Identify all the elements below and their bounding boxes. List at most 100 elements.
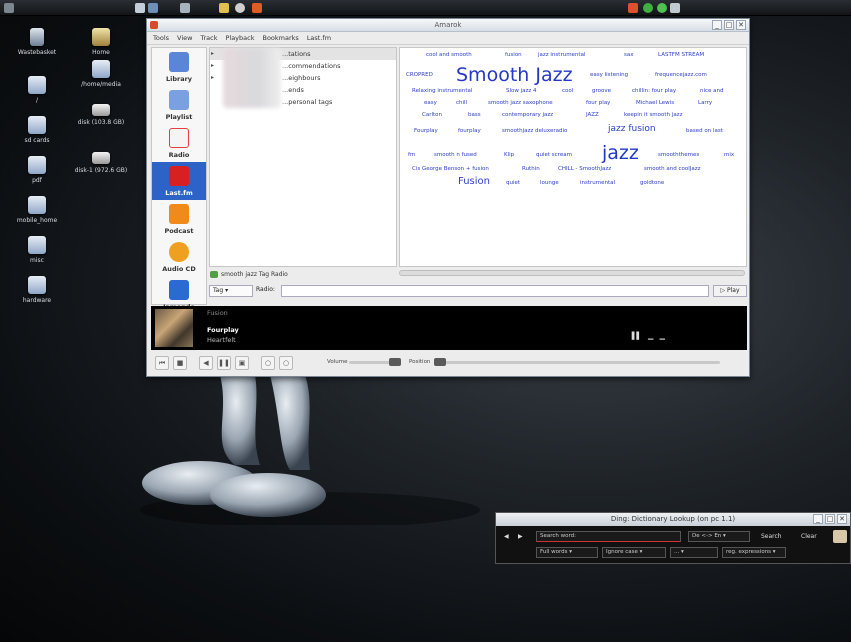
tag-cloud-item[interactable]: Smooth Jazz [456,64,573,86]
tag-cloud-item[interactable]: smoothjazz deluxeradio [502,128,567,134]
tag-cloud-item[interactable]: cool [562,88,573,94]
back-icon[interactable]: ◀ [504,531,509,542]
sidebar-item-audio-cd[interactable]: Audio CD [152,238,206,276]
tag-cloud-item[interactable]: Larry [698,100,712,106]
desktop-icon-sd-cards[interactable]: sd cards [8,116,66,144]
menu-icon[interactable] [4,3,14,13]
pause-button[interactable]: ❚❚ [217,356,231,370]
tag-cloud-item[interactable]: quiet [506,180,520,186]
desktop-icon-misc[interactable]: misc [8,236,66,264]
position-slider[interactable] [434,361,720,364]
tag-cloud-item[interactable]: CROPRED [406,72,433,78]
tag-cloud-item[interactable]: Fourplay [414,128,438,134]
tag-cloud-item[interactable]: smooththemes [658,152,699,158]
menu-view[interactable]: View [177,34,192,42]
app-icon-1[interactable] [135,3,145,13]
app-icon-3[interactable] [219,3,229,13]
tag-cloud-item[interactable]: easy [424,100,437,106]
tag-cloud-item[interactable]: nice and [700,88,724,94]
album-art[interactable] [155,309,193,347]
sidebar-item-lastfm[interactable]: Last.fm [152,162,206,200]
menu-bookmarks[interactable]: Bookmarks [262,34,298,42]
next-button[interactable]: ▣ [235,356,249,370]
titlebar[interactable]: Amarok _ □ ✕ [147,19,749,32]
tag-type-select[interactable]: Tag ▾ [209,285,253,297]
volume-handle[interactable] [389,358,401,366]
tag-cloud-item[interactable]: contemporary jazz [502,112,553,118]
expand-icon[interactable]: ▸ [211,48,214,60]
tag-cloud-item[interactable]: jazz instrumental [538,52,586,58]
tag-cloud-item[interactable]: Ruthin [522,166,540,172]
sidebar-item-podcast[interactable]: Podcast [152,200,206,238]
position-handle[interactable] [434,358,446,366]
minimize-button[interactable]: _ [813,514,823,524]
tag-cloud-item[interactable]: cool and smooth [426,52,472,58]
dict-titlebar[interactable]: Ding: Dictionary Lookup (on pc 1.1) _ □ … [496,513,850,526]
close-button[interactable]: ✕ [837,514,847,524]
menu-tools[interactable]: Tools [153,34,169,42]
tray-icon-1[interactable] [628,3,638,13]
shuffle-button[interactable]: ○ [261,356,275,370]
tag-cloud-item[interactable]: fourplay [458,128,481,134]
tag-cloud-item[interactable]: lounge [540,180,559,186]
search-mode-select[interactable]: ... ▾ [670,547,718,558]
tag-cloud-item[interactable]: JAZZ [586,112,599,118]
sidebar-item-radio[interactable]: Radio [152,124,206,162]
tag-cloud-item[interactable]: chill [456,100,467,106]
ignore-case-select[interactable]: Ignore case ▾ [602,547,666,558]
maximize-button[interactable]: □ [724,20,734,30]
tag-cloud-item[interactable]: Slow jazz 4 [506,88,537,94]
sidebar-item-playlist[interactable]: Playlist [152,86,206,124]
menu-lastfm[interactable]: Last.fm [307,34,331,42]
tag-cloud-item[interactable]: Klip [504,152,514,158]
maximize-button[interactable]: □ [825,514,835,524]
home-icon[interactable] [180,3,190,13]
tag-cloud-item[interactable]: jazz [602,142,639,164]
tag-cloud-item[interactable]: groove [592,88,611,94]
tag-cloud-item[interactable]: Cis George Benson + fusion [412,166,489,172]
desktop-icon-home[interactable]: Home [72,28,130,56]
expand-icon[interactable]: ▸ [211,72,214,84]
menu-playback[interactable]: Playback [225,34,254,42]
tray-icon-3[interactable] [657,3,667,13]
tag-cloud-item[interactable]: LASTFM STREAM [658,52,704,58]
search-button[interactable]: Search [761,531,782,542]
tag-cloud-item[interactable]: fm [408,152,415,158]
tag-cloud-item[interactable]: Relaxing instrumental [412,88,472,94]
tag-cloud-item[interactable]: smooth n fused [434,152,477,158]
minimize-button[interactable]: _ [712,20,722,30]
clear-button[interactable]: Clear [801,531,817,542]
tag-cloud-item[interactable]: keepin it smooth jazz [624,112,682,118]
desktop-icon-hardware[interactable]: hardware [8,276,66,304]
tray-icon-4[interactable] [670,3,680,13]
tag-cloud-item[interactable]: CHILL - SmoothJazz [558,166,611,172]
tag-cloud-item[interactable]: jazz fusion [608,124,656,134]
prev-icon[interactable]: ⏮ [155,356,169,370]
stop-icon[interactable]: ■ [173,356,187,370]
previous-button[interactable]: ◀ [199,356,213,370]
full-words-select[interactable]: Full words ▾ [536,547,598,558]
tag-cloud-item[interactable]: sax [624,52,634,58]
tray-icon-2[interactable] [643,3,653,13]
tag-cloud-item[interactable]: fusion [505,52,522,58]
tag-cloud-item[interactable]: frequencejazz.com [655,72,707,78]
language-select[interactable]: De <-> En ▾ [688,531,750,542]
tag-cloud-item[interactable]: mix [724,152,734,158]
tag-cloud-item[interactable]: Michael Lewis [636,100,674,106]
forward-icon[interactable]: ▶ [518,531,523,542]
desktop-icon-mobile-home[interactable]: mobile_home [8,196,66,224]
tag-cloud-item[interactable]: quiet scream [536,152,572,158]
tag-cloud-item[interactable]: based on last [686,128,723,134]
tag-cloud-item[interactable]: easy listening [590,72,628,78]
play-button[interactable]: ▷ Play [713,285,747,297]
tag-cloud-item[interactable]: four play [586,100,610,106]
horizontal-scrollbar[interactable] [399,270,745,276]
tag-cloud-item[interactable]: goldtone [640,180,664,186]
app-icon-2[interactable] [148,3,158,13]
menu-track[interactable]: Track [200,34,217,42]
tag-cloud-item[interactable]: Fusion [458,176,490,187]
desktop-icon-root[interactable]: / [8,76,66,104]
desktop-icon-disk-1[interactable]: disk-1 (972.6 GB) [72,148,130,174]
radio-input[interactable] [281,285,709,297]
repeat-button[interactable]: ○ [279,356,293,370]
